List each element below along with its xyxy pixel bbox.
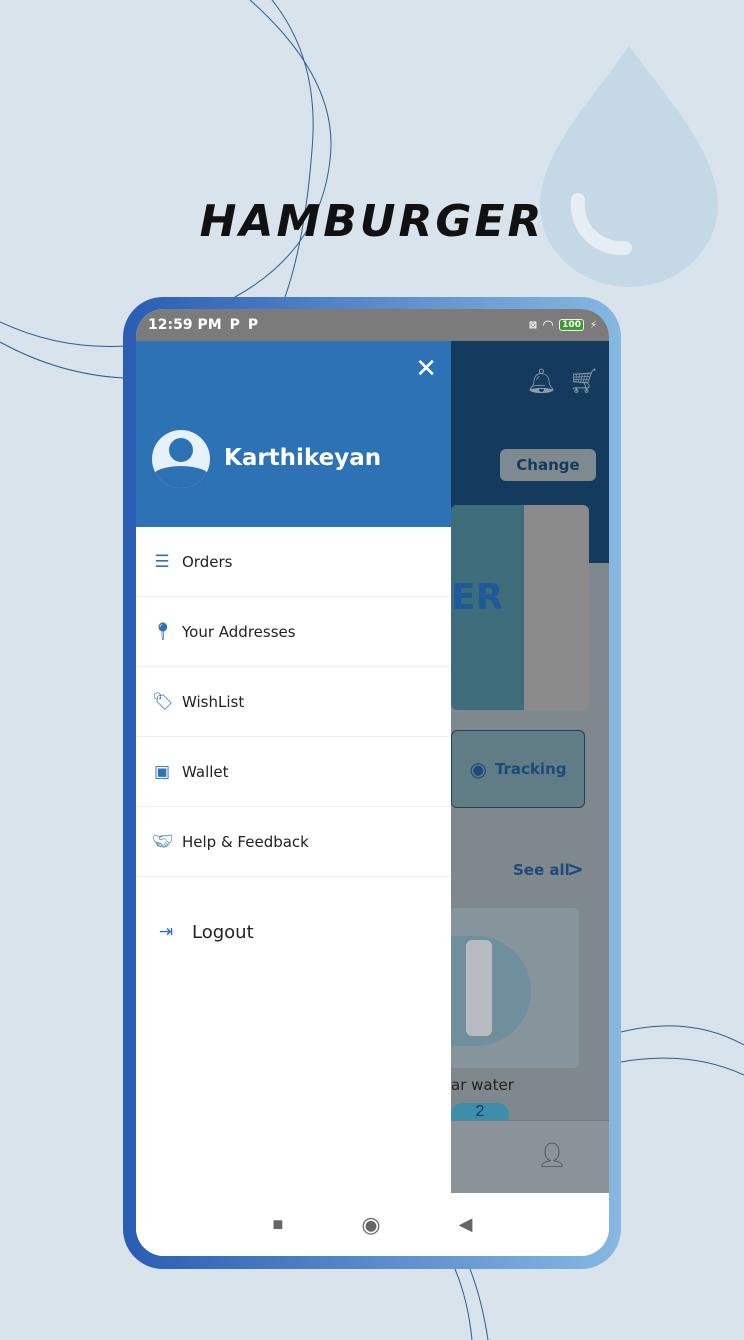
handshake-icon: 🤝︎ (152, 831, 174, 852)
recents-button[interactable]: ■ (273, 1214, 284, 1235)
menu-item-addresses[interactable]: 📍︎ Your Addresses (136, 597, 451, 667)
target-icon: ◉ (469, 758, 487, 781)
drawer-header: ✕ Karthikeyan (136, 341, 451, 527)
map-pin-icon: 📍︎ (152, 621, 174, 642)
charging-icon: ⚡ (589, 319, 597, 331)
page-heading: HAMBURGER (199, 196, 545, 247)
home-button[interactable]: ◉ (361, 1212, 380, 1238)
tracking-button: ◉ Tracking (451, 730, 585, 808)
phone-screen: 12:59 PM P P ⊠ ◠ 100 ⚡ 🔔︎ 🛒︎ Change ER ◉ Tra… (136, 309, 609, 1256)
menu-item-help-feedback[interactable]: 🤝︎ Help & Feedback (136, 807, 451, 877)
bell-icon: 🔔︎ (526, 368, 557, 395)
user-name: Karthikeyan (224, 445, 382, 471)
profile-icon: 👤︎ (537, 1142, 568, 1169)
bottom-tab-bar: 👤︎ (451, 1120, 609, 1193)
phone-frame: 12:59 PM P P ⊠ ◠ 100 ⚡ 🔔︎ 🛒︎ Change ER ◉ Tra… (123, 297, 621, 1269)
menu-item-wallet[interactable]: ▣ Wallet (136, 737, 451, 807)
notification-icon: P (229, 317, 240, 333)
notification-icon: P (247, 317, 259, 333)
status-bar: 12:59 PM P P ⊠ ◠ 100 ⚡ (136, 309, 609, 341)
sim-icon: ⊠ (528, 319, 538, 331)
water-bottle-image (466, 940, 492, 1036)
chevron-right-icon: > (567, 857, 584, 881)
logout-icon: ⇥ (158, 922, 174, 942)
product-card (451, 908, 579, 1068)
list-icon: ☰ (154, 551, 170, 572)
close-icon[interactable]: ✕ (415, 353, 437, 384)
android-nav-bar: ■ ◉ ◀ (136, 1193, 609, 1256)
avatar[interactable] (152, 430, 210, 488)
logout-button[interactable]: ⇥ Logout (136, 897, 451, 967)
menu-item-orders[interactable]: ☰ Orders (136, 527, 451, 597)
back-button[interactable]: ◀ (459, 1214, 473, 1235)
navigation-drawer: ✕ Karthikeyan ☰ Orders 📍︎ Your Addresses 🏷… (136, 341, 451, 1193)
wifi-icon: ◠ (543, 317, 554, 333)
banner: ER (451, 505, 589, 710)
battery-icon: 100 (559, 319, 584, 331)
menu-item-wishlist[interactable]: 🏷︎ WishList (136, 667, 451, 737)
cart-icon: 🛒︎ (569, 368, 600, 395)
status-time: 12:59 PM (148, 317, 222, 333)
wallet-icon: ▣ (153, 761, 171, 782)
product-name: ar water (451, 1076, 514, 1094)
see-all-link: See all (513, 861, 570, 879)
tag-icon: 🏷︎ (152, 691, 174, 712)
change-button: Change (500, 449, 596, 481)
dimmed-home-screen[interactable]: 🔔︎ 🛒︎ Change ER ◉ Tracking See all > ar w… (451, 341, 609, 1193)
